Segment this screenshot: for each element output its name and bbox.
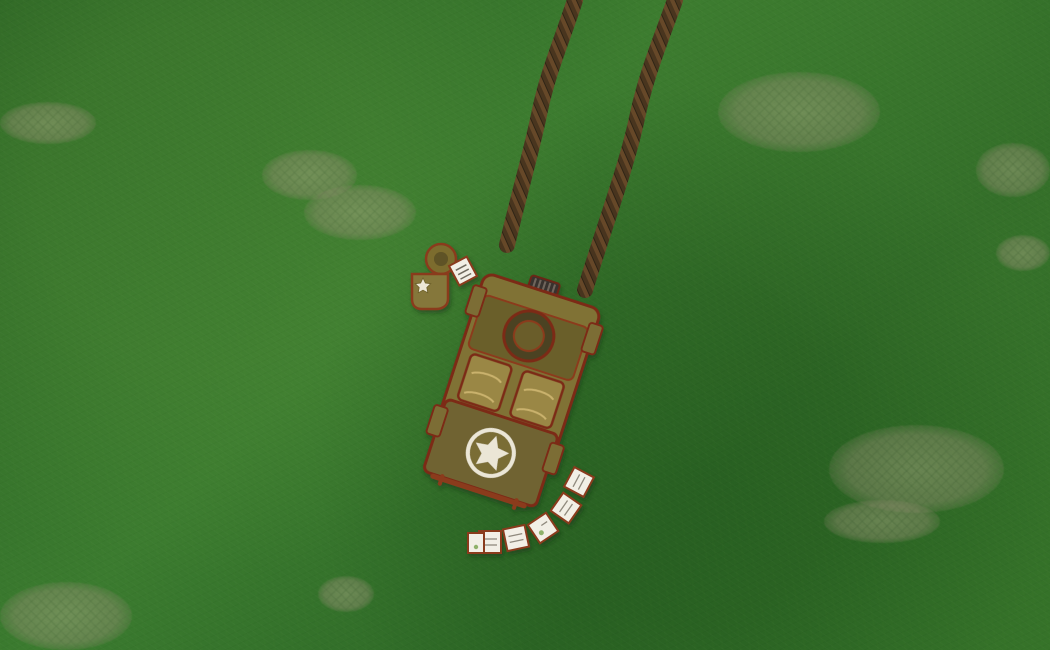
game-scene [0,0,1050,650]
ammo-belt-item [549,491,583,525]
game-sprites [410,0,683,554]
ammo-belt-item [501,523,531,553]
tire-tracks [499,0,683,298]
ammo-belt-item [562,465,596,499]
ammo-belt-item [526,511,560,545]
soldier[interactable] [410,242,479,311]
ammo-belt-item [467,532,485,554]
